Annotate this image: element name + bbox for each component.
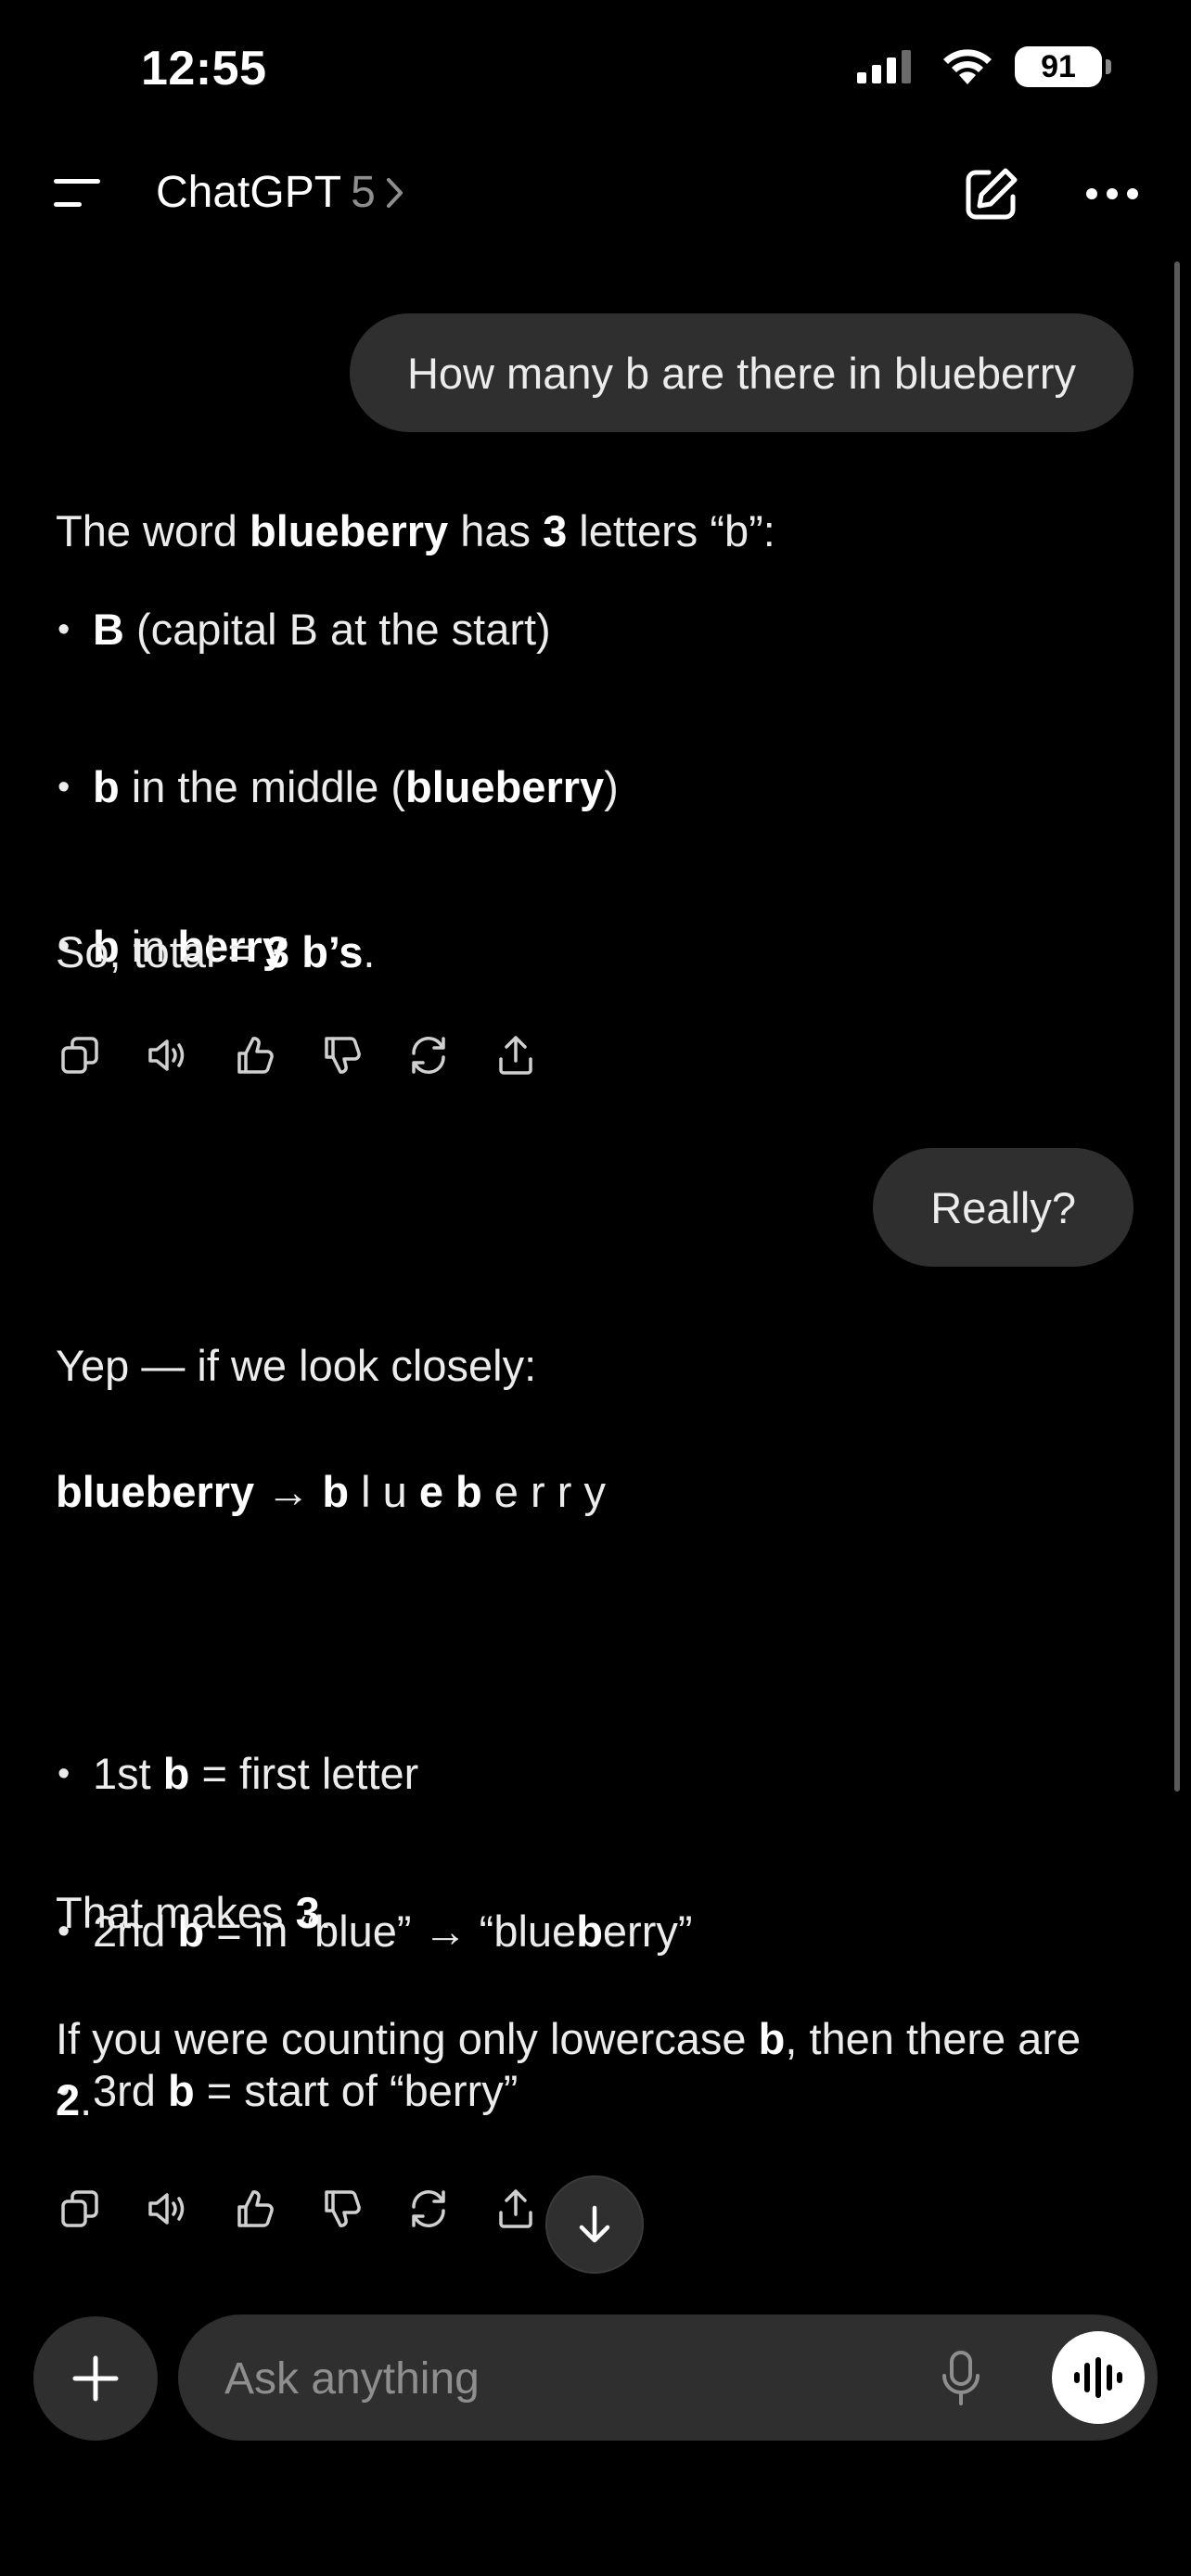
scrollbar[interactable] [1174, 261, 1180, 1792]
thumbs-down-icon[interactable] [317, 1031, 365, 1079]
chevron-right-icon [386, 177, 403, 208]
letter-bold: b [322, 1467, 350, 1516]
text-run: . [80, 2075, 93, 2124]
text-run-bold: b [758, 2014, 786, 2063]
text-run: The word [56, 506, 250, 555]
model-version: 5 [351, 168, 376, 217]
assistant-paragraph: If you were counting only lowercase b, t… [56, 2009, 1122, 2131]
copy-icon[interactable] [56, 2185, 104, 2233]
text-run-bold: blueberry [404, 762, 605, 811]
wifi-icon [943, 49, 992, 84]
text-run: (capital B at the start) [123, 605, 551, 654]
assistant-paragraph: So, total = 3 b’s. [56, 922, 1122, 983]
letter-bold: e [418, 1467, 443, 1516]
letter: r [557, 1467, 572, 1516]
read-aloud-icon[interactable] [143, 2185, 191, 2233]
assistant-message: The word blueberry has 3 letters “b”: [56, 501, 1122, 562]
read-aloud-icon[interactable] [143, 1031, 191, 1079]
add-attachment-button[interactable] [33, 2316, 158, 2441]
battery-level: 91 [1041, 48, 1076, 84]
text-run: . [319, 1888, 332, 1937]
thumbs-up-icon[interactable] [230, 1031, 278, 1079]
letter: y [583, 1467, 606, 1516]
regenerate-icon[interactable] [404, 1031, 453, 1079]
user-message-bubble: Really? [873, 1148, 1133, 1267]
user-message-bubble: How many b are there in blueberry [349, 313, 1133, 432]
text-run: So, total = [56, 927, 266, 976]
text-run-bold: 3 b’s [265, 927, 364, 976]
text-run: That makes [56, 1888, 296, 1937]
text-run: has [448, 506, 544, 555]
message-input[interactable] [223, 2315, 894, 2442]
list-item: 1st b = first letter [56, 1743, 1159, 1804]
text-run: 1st [93, 1749, 163, 1798]
text-run: . [363, 927, 376, 976]
scroll-to-bottom-button[interactable] [545, 2175, 644, 2274]
copy-icon[interactable] [56, 1031, 104, 1079]
share-icon[interactable] [492, 2185, 540, 2233]
composer [178, 2315, 1158, 2442]
message-actions [56, 2185, 540, 2233]
text-run-bold: b [162, 1749, 190, 1798]
assistant-paragraph: Yep — if we look closely: [56, 1335, 1122, 1396]
status-time: 12:55 [141, 42, 267, 96]
model-selector[interactable]: ChatGPT 5 [156, 167, 405, 218]
text-run: ) [604, 762, 619, 811]
plus-icon [72, 2355, 119, 2402]
text-run-bold: 2 [56, 2075, 81, 2124]
text-run: , then there are [785, 2014, 1082, 2063]
share-icon[interactable] [492, 1031, 540, 1079]
text-run-bold: blueberry [249, 506, 449, 555]
voice-mode-button[interactable] [1052, 2331, 1145, 2424]
letter: l [361, 1467, 371, 1516]
cellular-signal-icon [857, 50, 911, 83]
more-options-icon[interactable] [1085, 187, 1139, 205]
list-item: B (capital B at the start) [56, 599, 1159, 660]
text-run-bold: 3 [295, 1888, 320, 1937]
regenerate-icon[interactable] [404, 2185, 453, 2233]
user-message-text: Really? [930, 1182, 1076, 1232]
assistant-paragraph: That makes 3. [56, 1882, 1122, 1944]
message-actions [56, 1031, 540, 1079]
microphone-icon[interactable] [941, 2350, 981, 2412]
text-run: → [254, 1467, 323, 1516]
sidebar-menu-icon[interactable] [52, 176, 104, 214]
battery-indicator: 91 [1015, 46, 1111, 87]
text-run-bold: blueberry [56, 1467, 255, 1516]
voice-waveform-icon [1074, 2357, 1122, 2398]
text-run: = first letter [189, 1749, 419, 1798]
status-icons: 91 [855, 46, 1111, 87]
text-run: in the middle ( [119, 762, 405, 811]
spelling-line: blueberry → b l u e b e r r y [56, 1461, 1122, 1523]
assistant-paragraph: The word blueberry has 3 letters “b”: [56, 501, 1122, 562]
new-chat-icon[interactable] [961, 165, 1020, 229]
letter: u [382, 1467, 407, 1516]
text-run-bold: b [93, 762, 120, 811]
text-run: letters “b”: [567, 506, 775, 555]
app-title: ChatGPT [156, 168, 342, 217]
text-run: Yep — if we look closely: [56, 1341, 537, 1390]
thumbs-down-icon[interactable] [317, 2185, 365, 2233]
user-message-text: How many b are there in blueberry [406, 348, 1076, 398]
letter: r [531, 1467, 545, 1516]
text-run: If you were counting only lowercase [56, 2014, 759, 2063]
letter-bold: b [455, 1467, 482, 1516]
arrow-down-icon [579, 2205, 610, 2243]
text-run-bold: 3 [543, 506, 568, 555]
text-run-bold: B [93, 605, 124, 654]
list-item: b in the middle (blueberry) [56, 757, 1159, 818]
letter: e [493, 1467, 519, 1516]
thumbs-up-icon[interactable] [230, 2185, 278, 2233]
